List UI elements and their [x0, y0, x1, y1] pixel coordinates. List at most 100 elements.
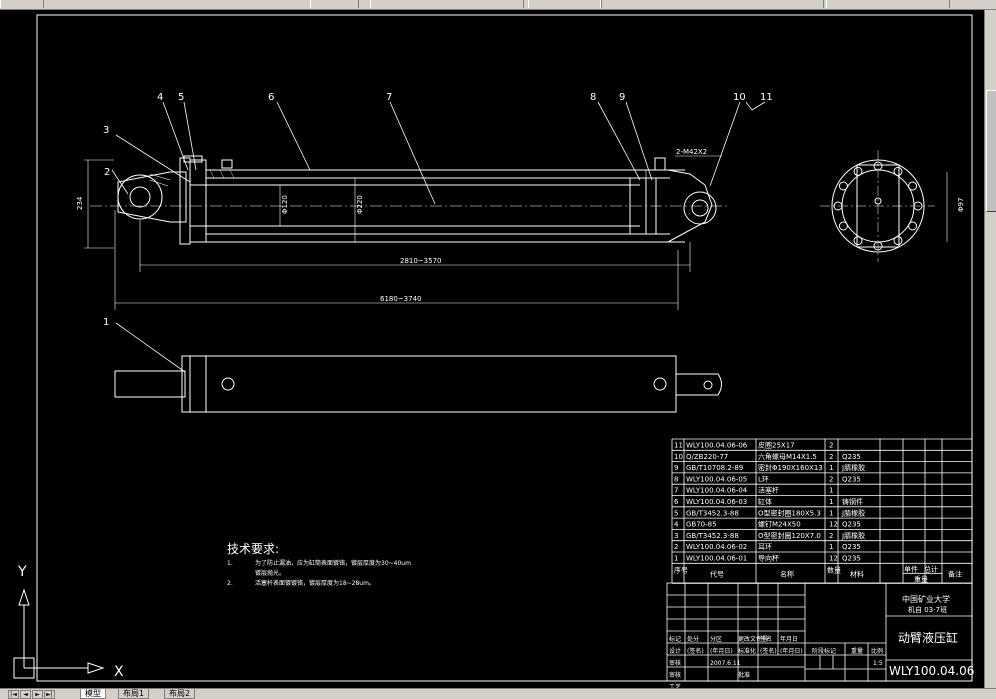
callout-3: 4 — [157, 92, 163, 103]
tb-part-name: 动臂液压缸 — [898, 630, 958, 645]
bom-row-qty: 2 — [829, 532, 833, 540]
bom-row-name: 皮圈25X17 — [758, 441, 795, 450]
bom-row-material: Q235 — [842, 543, 861, 551]
bom-row-material: 铸钢件 — [842, 497, 863, 506]
drawing-frame — [36, 14, 973, 682]
bom-row-code: GB70-85 — [686, 521, 717, 529]
tb-drawing-no: WLY100.04.06 — [889, 664, 974, 678]
bolt-hole — [893, 236, 903, 246]
dim-height: 234 — [76, 196, 84, 210]
bom-row-qty: 1 — [829, 509, 833, 517]
tb-class: 机自 03-7班 — [908, 605, 947, 614]
bom-row-name: 缸体 — [758, 497, 772, 506]
bom-row-no: 6 — [674, 498, 679, 506]
bom-header-weight: 重量 — [914, 575, 928, 583]
callout-11: 1 — [103, 317, 109, 328]
tb-scale-value: 1:5 — [873, 660, 883, 667]
drawing-canvas[interactable]: 3 2 4 5 6 7 8 9 10 11 1 234 Φ120 Φ220 28… — [0, 10, 984, 691]
bom-header-material: 材料 — [850, 569, 864, 578]
bom-row-material: J腈橡胶 — [841, 463, 865, 472]
bom-row-code: GB/T10708.2-89 — [686, 464, 743, 472]
toolbar-item[interactable] — [0, 0, 44, 8]
tb-mark: 标记 — [669, 635, 681, 643]
lineweight-dropdown[interactable] — [826, 0, 950, 8]
bom-row-no: 4 — [674, 521, 679, 529]
layer-dropdown[interactable] — [370, 0, 524, 8]
tech-req-title: 技术要求: — [227, 542, 279, 556]
bom-row-no: 2 — [674, 543, 678, 551]
bom-row-name: 密封Φ190X160X13 — [758, 463, 823, 472]
cad-drawing[interactable]: 3 2 4 5 6 7 8 9 10 11 1 234 Φ120 Φ220 28… — [0, 10, 984, 691]
bolt-hole — [838, 221, 848, 231]
linetype-dropdown[interactable] — [600, 0, 824, 8]
bom-row-code: GB/T3452.3-88 — [686, 509, 739, 517]
vertical-scrollbar[interactable] — [984, 10, 996, 688]
top-toolbar — [0, 0, 996, 10]
ucs-labels: Y X — [17, 564, 124, 680]
tb-date-value: (年月日) — [710, 647, 733, 655]
bom-row-no: 3 — [674, 532, 678, 540]
tb-sign-value: (签名) — [687, 647, 704, 655]
bom-header-unit-total: 总计 — [924, 564, 938, 573]
bom-row-code: WLY100.04.06-01 — [686, 555, 747, 563]
tech-req-line-2: 活塞杆表面镀镀铬，镀层厚度为18~28um。 — [255, 579, 375, 587]
dimensions — [84, 155, 948, 310]
bom-row-name: L环 — [758, 475, 769, 483]
bom-row-qty: 1 — [829, 464, 833, 472]
dim-overall: 6180~3740 — [380, 295, 422, 303]
bom-row-no: 9 — [674, 464, 678, 472]
tb-date: 年月日 — [780, 635, 798, 643]
callout-1: 3 — [103, 125, 109, 136]
dim-thread: 2-M42X2 — [676, 148, 707, 156]
callout-9: 10 — [733, 92, 746, 103]
tb-review: 审核 — [669, 671, 681, 679]
toolbar-item[interactable] — [310, 0, 359, 8]
bom-row-no: 1 — [674, 555, 678, 563]
callout-10: 11 — [760, 92, 773, 103]
bolt-hole — [838, 181, 848, 191]
bom-row-code: WLY100.04.06-02 — [686, 543, 747, 551]
tb-scale: 比例 — [871, 647, 883, 655]
tb-date-entered: 2007.6.11 — [710, 660, 741, 667]
bom-header-qty: 数量 — [827, 565, 841, 574]
ucs-x-label: X — [114, 664, 124, 680]
tb-date-value-2: (年月日) — [780, 647, 803, 655]
bom-row-name: O型密封圈180X5.3 — [758, 508, 821, 517]
callout-8: 9 — [619, 92, 625, 103]
tb-design: 设计 — [669, 647, 681, 655]
callout-2: 2 — [104, 167, 110, 178]
bom-header-note: 备注 — [948, 569, 962, 578]
bolt-hole — [908, 181, 918, 191]
layout-tabs-bar: |◄ ◄ ► ►| 模型 布局1 布局2 — [0, 688, 996, 699]
bom-row-material: Q235 — [842, 521, 861, 529]
bom-row-material: Q235 — [842, 555, 861, 563]
bom-header-code: 代号 — [710, 569, 724, 578]
bom-row-no: 10 — [674, 453, 683, 461]
tb-sign-value-2: (签名) — [760, 647, 777, 655]
scroll-thumb[interactable] — [986, 90, 996, 212]
toolbar-item[interactable] — [528, 0, 602, 8]
callout-7: 8 — [590, 92, 596, 103]
bom-row-code: WLY100.04.06-05 — [686, 475, 747, 483]
tech-req-num-2: 2. — [227, 580, 233, 587]
ucs-icon — [13, 588, 105, 679]
bom-row-code: Q/ZB220-77 — [686, 453, 728, 461]
tb-approve: 批准 — [738, 671, 750, 679]
bolt-hole — [853, 236, 863, 246]
tech-req-line-1: 为了防止漏油，应为缸筒表面镀铬，镀层厚度为30~40um — [255, 559, 411, 567]
bom-row-code: WLY100.04.06-06 — [686, 442, 748, 450]
callout-5: 6 — [268, 92, 274, 103]
bom-row-qty: 12 — [829, 521, 838, 529]
tb-sign: 签名 — [760, 635, 772, 643]
bom-row-code: GB/T3452.3-88 — [686, 532, 739, 540]
bom-row-name: 螺钉M24X50 — [758, 520, 801, 529]
bom-row-name: 六角螺母M14X1.5 — [758, 452, 817, 461]
tb-school: 中国矿业大学 — [902, 594, 950, 604]
cylinder-end-view — [820, 150, 935, 262]
dim-stroke: 2810~3570 — [400, 257, 442, 265]
bill-of-materials: 1 1 WLY100.04.06-06 皮圈25X17 2 10 Q/ZB220-77 六角螺… — [671, 438, 973, 584]
callout-6: 7 — [386, 92, 392, 103]
bom-header-unit-single: 单件 — [904, 564, 918, 573]
tb-stage: 阶段标记 — [812, 647, 836, 655]
callout-leaders — [111, 101, 766, 373]
